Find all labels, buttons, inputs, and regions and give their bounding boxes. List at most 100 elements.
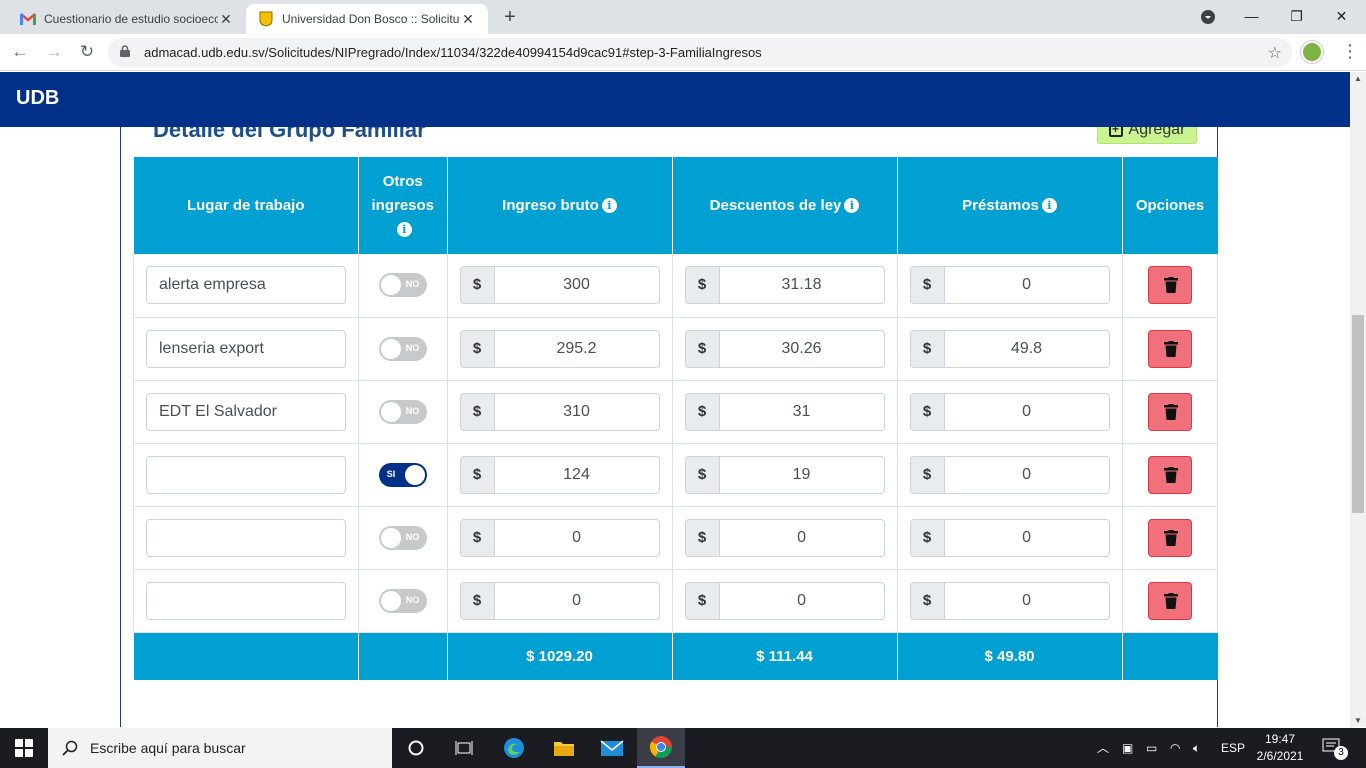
lugar-trabajo-input[interactable] [146, 581, 346, 620]
descuentos-input[interactable]: 19 [719, 455, 885, 494]
info-icon[interactable]: i [844, 197, 860, 213]
descuentos-input[interactable]: 31.18 [719, 266, 885, 305]
ingreso-bruto-input[interactable]: 124 [494, 455, 660, 494]
taskbar-search[interactable]: Escribe aquí para buscar [48, 728, 392, 768]
toggle-label: NO [405, 531, 420, 542]
info-icon[interactable]: i [1041, 197, 1057, 213]
system-clock[interactable]: 19:47 2/6/2021 [1252, 731, 1308, 765]
chrome-icon[interactable] [637, 728, 685, 768]
prestamos-input[interactable]: 49.8 [944, 329, 1110, 368]
scroll-up-arrow-icon[interactable]: ▲ [1350, 74, 1366, 83]
back-icon[interactable]: ← [8, 40, 32, 64]
prestamos-input[interactable]: 0 [944, 581, 1110, 620]
wifi-icon[interactable]: ◠ [1170, 728, 1180, 768]
toggle-knob [404, 464, 425, 485]
delete-row-button[interactable] [1147, 581, 1192, 620]
clock-date: 2/6/2021 [1256, 749, 1304, 763]
ingreso-bruto-input[interactable]: 0 [494, 581, 660, 620]
mail-icon[interactable] [588, 728, 636, 768]
browser-tab-strip: Cuestionario de estudio socioeco ✕ Unive… [0, 0, 1366, 34]
forward-icon[interactable]: → [42, 40, 66, 64]
otros-ingresos-toggle[interactable]: SI [378, 462, 427, 487]
profile-dropdown-icon[interactable] [1185, 0, 1230, 34]
bookmark-star-icon[interactable]: ☆ [1268, 43, 1282, 63]
tray-chevron-icon[interactable]: ︿ [1097, 728, 1109, 768]
notification-center-icon[interactable]: 3 [1322, 738, 1348, 760]
lugar-trabajo-input[interactable] [146, 518, 346, 557]
currency-prefix: $ [459, 266, 495, 305]
cortana-icon[interactable] [392, 728, 440, 768]
descuentos-input[interactable]: 0 [719, 518, 885, 557]
column-header-descuentos: Descuentos de ley i [672, 157, 898, 254]
prestamos-input[interactable]: 0 [944, 518, 1110, 557]
descuentos-input[interactable]: 30.26 [719, 329, 885, 368]
ingreso-bruto-field: $0 [459, 518, 660, 557]
otros-ingresos-toggle[interactable]: NO [378, 399, 427, 424]
scroll-down-arrow-icon[interactable]: ▼ [1350, 716, 1366, 725]
ingreso-bruto-input[interactable]: 0 [494, 518, 660, 557]
trash-icon [1163, 466, 1178, 483]
totals-row: $ 1029.20 $ 111.44 $ 49.80 [133, 632, 1218, 680]
minimize-icon[interactable]: — [1229, 0, 1274, 34]
ingreso-bruto-input[interactable]: 295.2 [494, 329, 660, 368]
prestamos-input[interactable]: 0 [944, 266, 1110, 305]
ingreso-bruto-field: $0 [459, 581, 660, 620]
battery-icon[interactable]: ▭ [1146, 728, 1157, 768]
tab-cuestionario[interactable]: Cuestionario de estudio socioeco ✕ [8, 4, 246, 34]
tab-udb[interactable]: Universidad Don Bosco :: Solicitu ✕ [246, 4, 488, 34]
delete-row-button[interactable] [1147, 518, 1192, 557]
delete-row-button[interactable] [1147, 392, 1192, 431]
reload-icon[interactable]: ↻ [75, 40, 99, 64]
restore-icon[interactable]: ❐ [1274, 0, 1319, 34]
info-icon[interactable]: i [601, 197, 617, 213]
close-tab-icon[interactable]: ✕ [460, 11, 476, 28]
descuentos-input[interactable]: 0 [719, 581, 885, 620]
close-window-icon[interactable]: ✕ [1319, 0, 1364, 34]
lugar-trabajo-input[interactable]: EDT El Salvador [146, 392, 346, 431]
table-row: SI $124 $19 $0 [133, 443, 1219, 507]
meet-now-icon[interactable]: ▣ [1122, 728, 1133, 768]
currency-prefix: $ [909, 581, 945, 620]
new-tab-button[interactable]: + [498, 6, 522, 30]
ingreso-bruto-field: $300 [459, 266, 660, 305]
delete-row-button[interactable] [1147, 329, 1192, 368]
prestamos-input[interactable]: 0 [944, 455, 1110, 494]
address-bar[interactable]: admacad.udb.edu.sv/Solicitudes/NIPregrad… [108, 38, 1292, 67]
currency-prefix: $ [909, 455, 945, 494]
close-tab-icon[interactable]: ✕ [218, 11, 234, 28]
descuentos-field: $19 [684, 455, 885, 494]
file-explorer-icon[interactable] [540, 728, 588, 768]
table-row: NO $0 $0 $0 [133, 506, 1219, 570]
browser-menu-icon[interactable]: ⋮ [1341, 38, 1359, 64]
lock-icon [120, 45, 134, 60]
otros-ingresos-toggle[interactable]: NO [378, 588, 427, 613]
avatar[interactable] [1301, 41, 1323, 63]
delete-row-button[interactable] [1147, 455, 1192, 494]
info-icon[interactable]: i [396, 221, 412, 237]
edge-icon[interactable] [490, 728, 538, 768]
lugar-trabajo-input[interactable]: lenseria export [146, 329, 346, 368]
ingreso-bruto-input[interactable]: 300 [494, 266, 660, 305]
task-view-icon[interactable] [440, 728, 488, 768]
currency-prefix: $ [459, 518, 495, 557]
currency-prefix: $ [684, 518, 720, 557]
otros-ingresos-toggle[interactable]: NO [378, 336, 427, 361]
delete-row-button[interactable] [1147, 266, 1192, 305]
add-member-button[interactable]: + Agregar [1097, 127, 1197, 144]
page-scrollbar[interactable]: ▲ ▼ [1350, 72, 1366, 727]
otros-ingresos-toggle[interactable]: NO [378, 273, 427, 298]
lugar-trabajo-input[interactable]: alerta empresa [146, 266, 346, 305]
language-indicator[interactable]: ESP [1221, 728, 1245, 768]
start-button[interactable] [0, 728, 48, 768]
prestamos-input[interactable]: 0 [944, 392, 1110, 431]
volume-icon[interactable]: 🔈︎ [1193, 728, 1200, 768]
lugar-trabajo-input[interactable] [146, 455, 346, 494]
otros-ingresos-toggle[interactable]: NO [378, 525, 427, 550]
brand-logo-text[interactable]: UDB [16, 87, 59, 109]
scrollbar-thumb[interactable] [1352, 315, 1364, 513]
currency-prefix: $ [459, 329, 495, 368]
trash-icon [1163, 592, 1178, 609]
toggle-label: NO [405, 594, 420, 605]
descuentos-input[interactable]: 31 [719, 392, 885, 431]
ingreso-bruto-input[interactable]: 310 [494, 392, 660, 431]
